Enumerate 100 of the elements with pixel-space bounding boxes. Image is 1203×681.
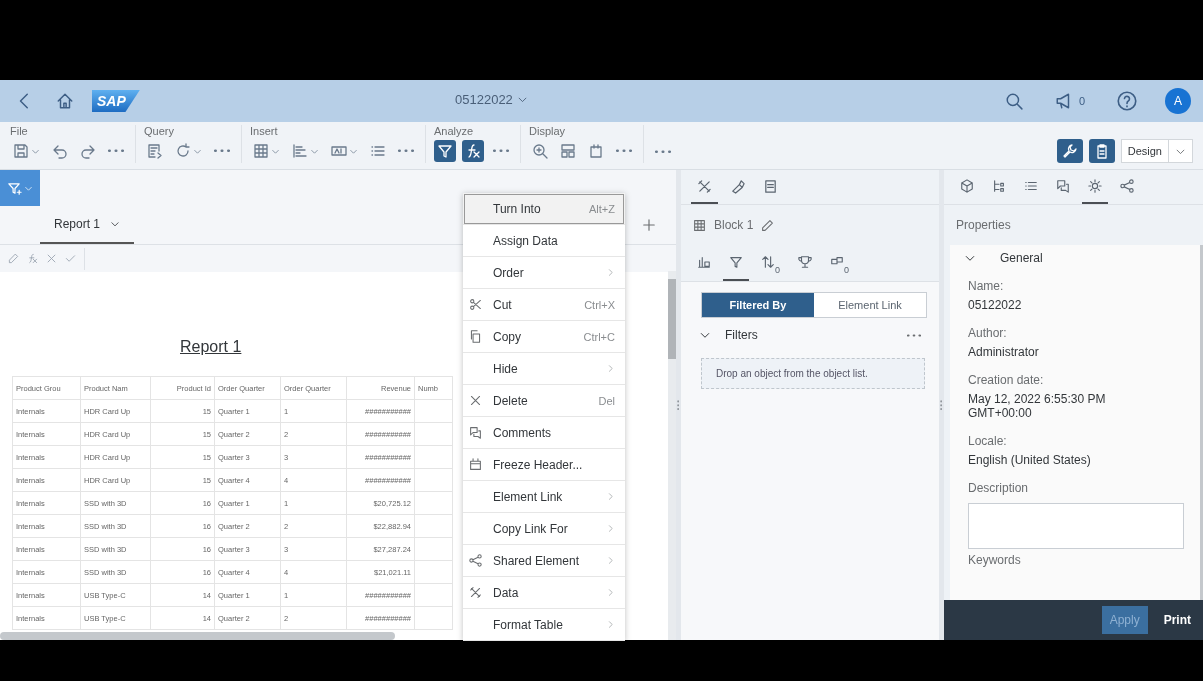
menu-item[interactable]: Turn Into Alt+Z (463, 193, 625, 225)
field-label: Author: (968, 326, 1008, 340)
bar-chart-icon (292, 143, 308, 159)
toolbar-button[interactable] (434, 140, 456, 162)
filter-icon (437, 143, 453, 159)
plus-icon (642, 218, 656, 232)
report-tab[interactable]: Report 1 (40, 206, 135, 244)
hierarchy-icon (992, 179, 1006, 193)
menu-item[interactable]: Assign Data (463, 225, 625, 257)
copy-icon (469, 330, 482, 343)
menu-item[interactable]: Freeze Header... (463, 449, 625, 481)
redo-icon (80, 143, 96, 159)
toolbar-group-label: Display (529, 125, 567, 137)
filters-expander[interactable]: Filters (699, 328, 758, 342)
menu-item[interactable]: Hide (463, 353, 625, 385)
drop-zone[interactable]: Drop an object from the object list. (701, 358, 925, 389)
toolbar-group-label: Insert (250, 125, 279, 137)
filter-add-icon (7, 180, 22, 196)
help-icon (1117, 91, 1137, 111)
block-name: Block 1 (714, 218, 754, 232)
table-icon (693, 218, 706, 232)
add-report-button[interactable] (642, 218, 656, 232)
refresh-icon (175, 143, 191, 159)
segment-button[interactable]: Filtered By (702, 293, 814, 317)
toolbar-button[interactable] (1088, 139, 1115, 163)
user-avatar[interactable]: A (1165, 88, 1191, 114)
layout-icon (560, 143, 576, 159)
more-button[interactable] (907, 333, 921, 337)
more-icon (493, 149, 509, 153)
description-field[interactable] (968, 503, 1184, 549)
toolbar-group-label: Analyze (434, 125, 475, 137)
chevron-right-icon (606, 268, 615, 277)
toolbar-button[interactable] (1056, 139, 1083, 163)
caret-icon (110, 219, 121, 229)
section-expander[interactable]: General (964, 251, 1190, 265)
list-icon (1024, 179, 1038, 193)
more-icon (907, 333, 921, 337)
field-value: May 12, 2022 6:55:30 PM GMT+00:00 (968, 392, 1107, 420)
menu-item[interactable]: Shared Element (463, 545, 625, 577)
list-icon (370, 143, 386, 159)
close-icon (46, 253, 57, 264)
field-value: 05122022 (968, 298, 1023, 312)
zoom-in-icon (532, 143, 548, 159)
chart-icon (697, 255, 711, 269)
menu-item[interactable]: Cut Ctrl+X (463, 289, 625, 321)
rename-button[interactable] (761, 218, 775, 232)
pencil-icon (8, 253, 19, 264)
vertical-scrollbar[interactable] (668, 271, 676, 640)
notifications-button[interactable]: 0 (1050, 88, 1089, 114)
query-icon (147, 143, 163, 159)
save-icon (13, 143, 29, 159)
add-filter-button[interactable] (0, 170, 40, 206)
home-icon (56, 92, 74, 110)
mode-value: Design (1121, 140, 1169, 162)
footer-button[interactable]: Print (1155, 606, 1199, 634)
menu-item[interactable]: Delete Del (463, 385, 625, 417)
toolbar-button[interactable] (462, 140, 484, 162)
scissors-icon (469, 298, 482, 311)
tools-icon (697, 178, 712, 194)
mode-dropdown[interactable]: Design (1120, 139, 1193, 163)
brush-icon (730, 178, 745, 194)
logo[interactable]: SAP (92, 90, 140, 112)
trophy-icon (798, 255, 812, 269)
check-icon (65, 253, 76, 264)
document-icon (763, 178, 778, 194)
chevron-right-icon (606, 588, 615, 597)
more-icon (398, 149, 414, 153)
tools-icon (469, 586, 482, 599)
undo-icon (52, 143, 68, 159)
horizontal-scrollbar[interactable] (0, 632, 395, 640)
close-icon (469, 394, 482, 407)
share-icon (1120, 179, 1134, 193)
panel-tab[interactable]: 0 (824, 245, 856, 281)
menu-item[interactable]: Element Link (463, 481, 625, 513)
panel-tab[interactable]: 0 (755, 245, 786, 281)
document-title-button[interactable]: 05122022 (455, 92, 528, 107)
more-icon (655, 150, 671, 154)
field-label: Creation date: (968, 373, 1045, 387)
chevron-right-icon (606, 524, 615, 533)
menu-item[interactable]: Format Table (463, 609, 625, 641)
wrench-icon (1061, 143, 1078, 159)
calendar-page-icon (588, 143, 604, 159)
more-icon (214, 149, 230, 153)
field-label: Name: (968, 279, 1005, 293)
menu-item[interactable]: Copy Ctrl+C (463, 321, 625, 353)
table-icon (253, 143, 269, 159)
sort-icon (761, 255, 775, 269)
share-icon (469, 554, 482, 567)
toolbar-group-label: File (10, 125, 29, 137)
pencil-icon (761, 218, 775, 232)
menu-item[interactable]: Copy Link For (463, 513, 625, 545)
chevron-right-icon (606, 364, 615, 373)
segment-button[interactable]: Element Link (814, 293, 926, 317)
menu-item[interactable]: Order (463, 257, 625, 289)
comments-icon (469, 426, 482, 439)
grip-icon (677, 400, 680, 410)
menu-item[interactable]: Comments (463, 417, 625, 449)
menu-item[interactable]: Data (463, 577, 625, 609)
filter-icon (729, 255, 743, 269)
comments-icon (1056, 179, 1070, 193)
